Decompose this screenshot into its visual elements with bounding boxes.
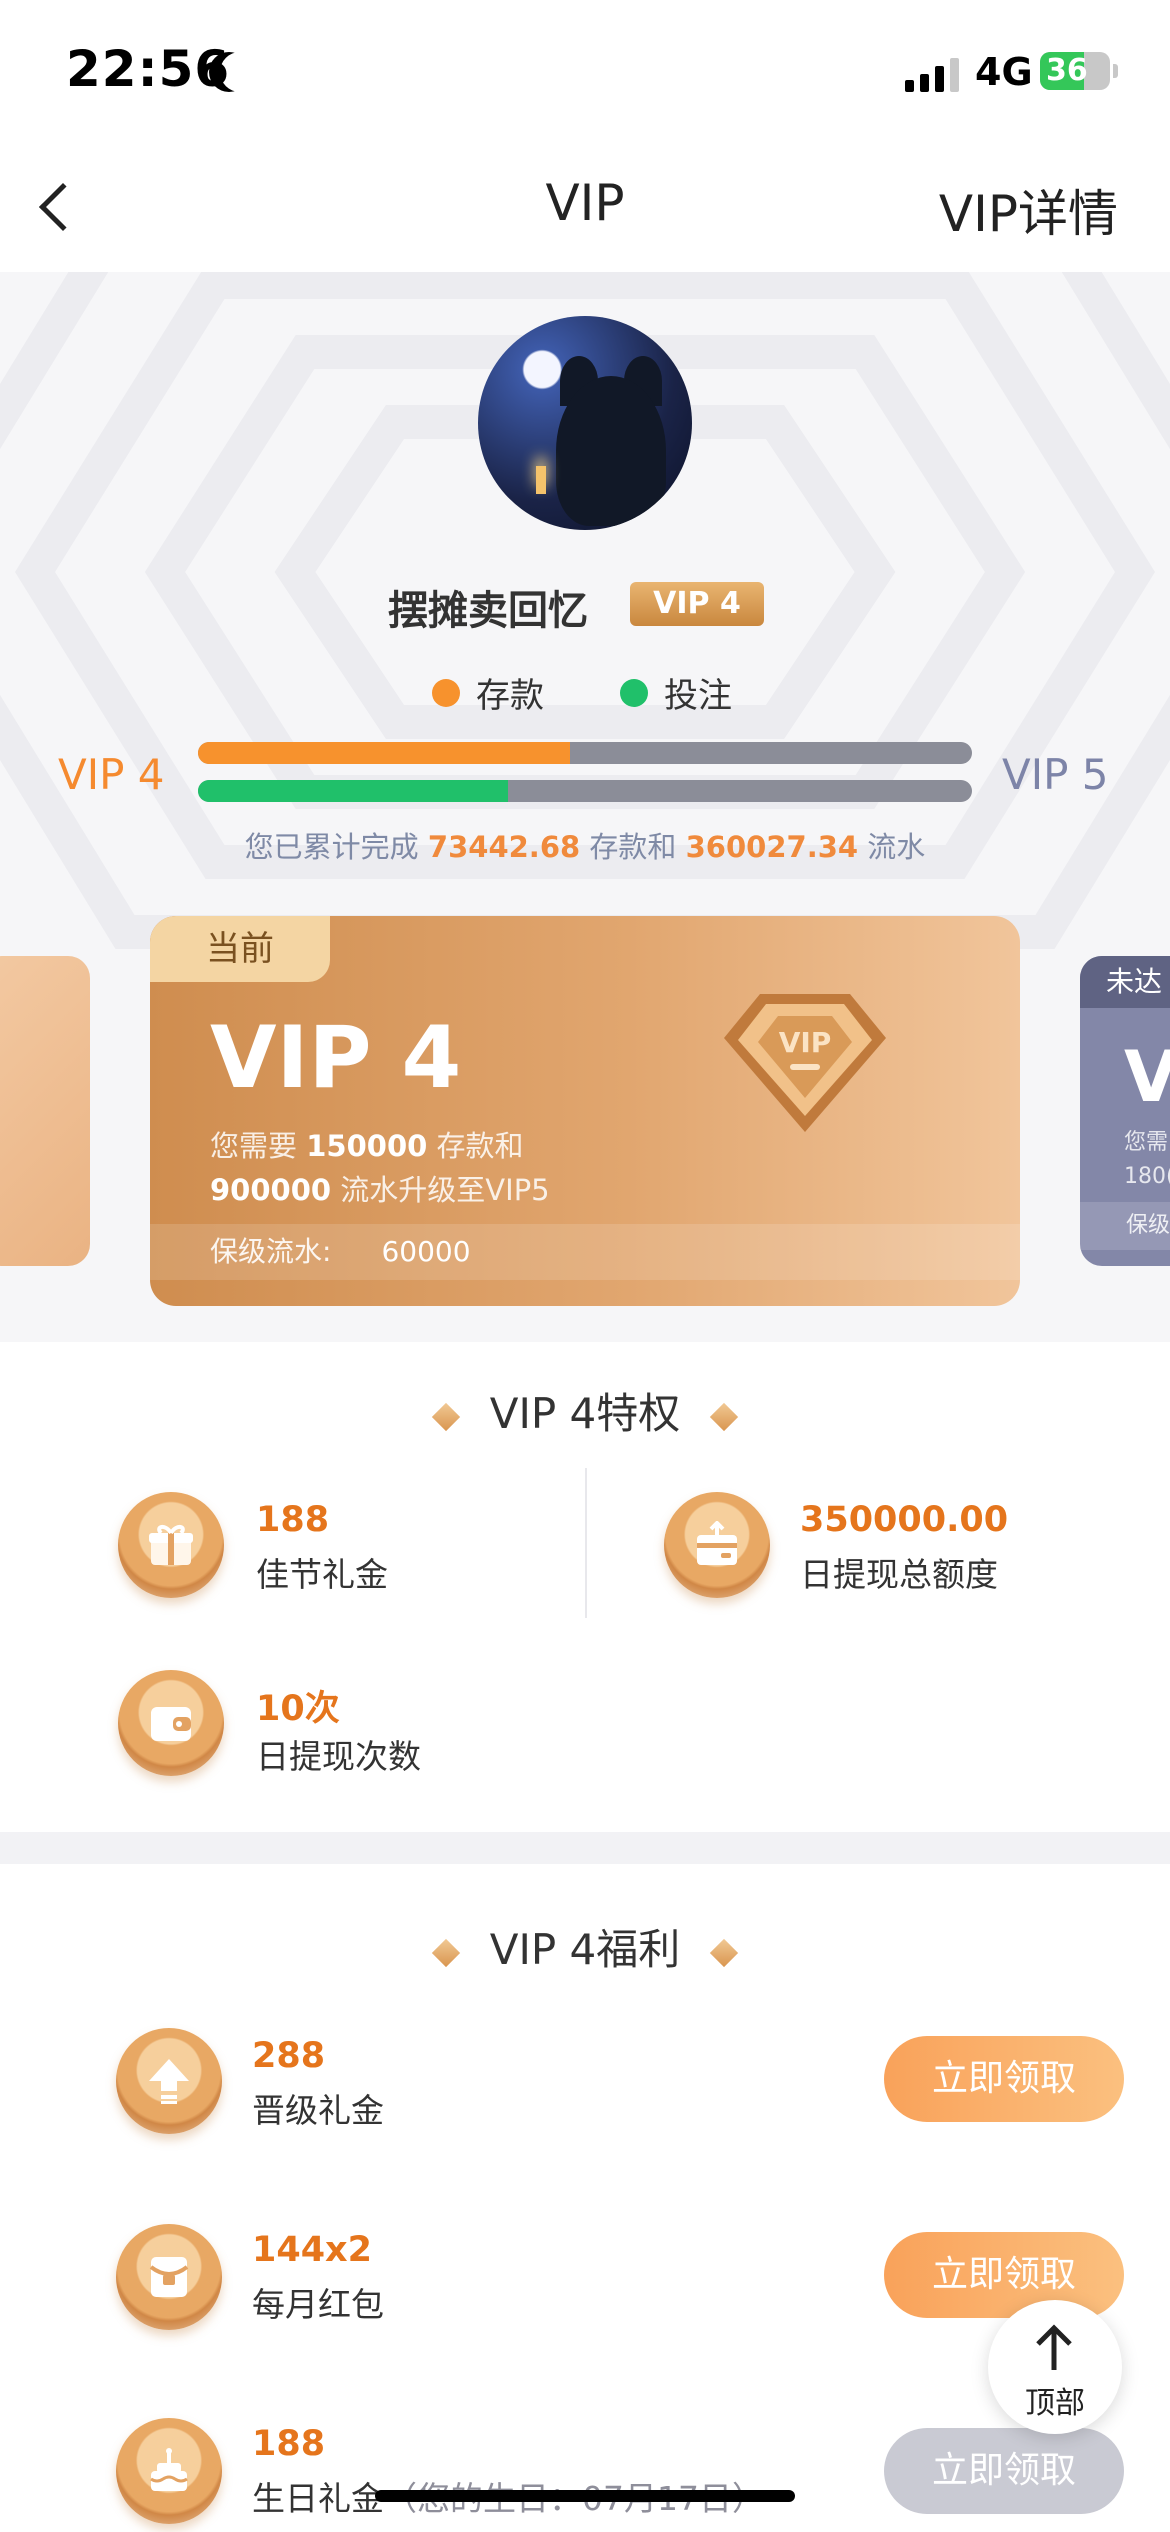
deposit-dot-icon	[432, 678, 460, 707]
summary-mid: 存款和	[589, 830, 677, 864]
claim-upgrade-bonus-button[interactable]: 立即领取	[884, 2036, 1124, 2122]
username: 摆摊卖回忆	[388, 588, 588, 634]
moon-icon	[220, 52, 260, 92]
req-suffix: 流水升级至VIP5	[340, 1173, 550, 1207]
req-prefix: 您需要	[210, 1129, 298, 1163]
next-level-card[interactable]: 未达 V 您需 180( 保级	[1080, 956, 1170, 1266]
turnover-progress-fill	[198, 780, 508, 802]
arrow-up-icon	[1036, 2324, 1072, 2370]
deposit-progress-bar	[198, 742, 972, 764]
privileges-title: VIP 4特权	[0, 1380, 1170, 1441]
benefit-value: 288	[252, 2036, 326, 2076]
claim-birthday-bonus-button[interactable]: 立即领取	[884, 2428, 1124, 2514]
next-card-strip: 保级	[1080, 1202, 1170, 1250]
diamond-right-icon	[710, 1402, 739, 1431]
benefits-title-text: VIP 4福利	[489, 1925, 681, 1974]
legend-bet: 投注	[620, 668, 732, 717]
deposit-amount: 73442.68	[427, 830, 581, 864]
diamond-left-icon	[431, 1402, 460, 1431]
privilege-label: 日提现总额度	[800, 1555, 998, 1594]
vip-hero: 摆摊卖回忆 VIP 4 存款 投注 VIP 4 VIP 5 您已累计完成 734…	[0, 272, 1170, 1342]
vip-details-link[interactable]: VIP详情	[939, 174, 1118, 246]
claim-monthly-envelope-button[interactable]: 立即领取	[884, 2232, 1124, 2318]
battery-icon: 36	[1040, 52, 1110, 90]
privilege-label: 佳节礼金	[256, 1555, 388, 1594]
benefits-title: VIP 4福利	[0, 1916, 1170, 1977]
keep-label: 保级流水:	[210, 1235, 332, 1268]
privilege-label: 日提现次数	[256, 1737, 421, 1776]
upgrade-icon	[116, 2028, 222, 2134]
divider	[585, 1468, 587, 1618]
legend-deposit-label: 存款	[476, 676, 544, 716]
privilege-value: 188	[256, 1500, 330, 1540]
next-tag: 未达	[1080, 956, 1170, 1008]
next-card-desc: 您需 180(	[1124, 1126, 1170, 1194]
benefit-label: 每月红包	[252, 2285, 384, 2324]
privilege-value: 350000.00	[800, 1500, 1009, 1540]
current-tag: 当前	[150, 916, 330, 982]
back-to-top-label: 顶部	[1025, 2386, 1085, 2421]
wallet-icon	[118, 1670, 224, 1776]
vip-level-badge: VIP 4	[630, 582, 764, 626]
req-mid: 存款和	[436, 1129, 524, 1163]
birthday-cake-icon	[116, 2418, 222, 2524]
summary-suffix: 流水	[867, 830, 926, 864]
status-bar: 22:56 4G 36	[0, 0, 1170, 140]
section-gap	[0, 1832, 1170, 1864]
nav-bar: VIP VIP详情	[0, 150, 1170, 270]
bet-dot-icon	[620, 678, 648, 707]
battery-tip	[1113, 64, 1118, 78]
status-time: 22:56	[66, 40, 231, 98]
next-card-level: V	[1124, 1036, 1170, 1118]
diamond-right-icon	[710, 1938, 739, 1967]
summary-prefix: 您已累计完成	[244, 830, 419, 864]
withdraw-limit-icon	[664, 1492, 770, 1598]
birthday-label: 生日礼金	[252, 2479, 384, 2518]
turnover-amount: 360027.34	[685, 830, 859, 864]
current-level-label: VIP 4	[58, 750, 165, 799]
vip-page: 22:56 4G 36 VIP VIP详情 摆摊卖回忆 VIP 4 存款 投注 …	[0, 0, 1170, 2532]
progress-summary: 您已累计完成 73442.68 存款和 360027.34 流水	[0, 824, 1170, 866]
current-level-card[interactable]: 当前 VIP 4 您需要 150000 存款和 900000 流水升级至VIP5…	[150, 916, 1020, 1306]
next-level-label: VIP 5	[1002, 750, 1109, 799]
privilege-value: 10次	[256, 1689, 340, 1729]
card-level: VIP 4	[210, 1008, 462, 1108]
avatar[interactable]	[478, 316, 692, 530]
card-upgrade-requirement: 您需要 150000 存款和 900000 流水升级至VIP5	[210, 1124, 550, 1212]
req-deposit: 150000	[306, 1129, 428, 1163]
req-turnover: 900000	[210, 1173, 332, 1207]
legend-deposit: 存款	[432, 668, 544, 717]
vip-diamond-icon: VIP	[724, 994, 886, 1132]
benefit-value: 188	[252, 2424, 326, 2464]
turnover-progress-bar	[198, 780, 972, 802]
next-desc-1: 您需	[1124, 1130, 1169, 1155]
signal-icon	[905, 58, 959, 92]
benefit-value: 144x2	[252, 2230, 372, 2270]
back-to-top-button[interactable]: 顶部	[988, 2300, 1122, 2434]
battery-level: 36	[1046, 53, 1088, 88]
network-label: 4G	[975, 50, 1033, 94]
deposit-progress-fill	[198, 742, 570, 764]
legend-bet-label: 投注	[664, 676, 732, 716]
red-envelope-icon	[116, 2224, 222, 2330]
svg-text:VIP: VIP	[779, 1026, 832, 1059]
keep-value: 60000	[381, 1235, 471, 1268]
gift-icon	[118, 1492, 224, 1598]
home-indicator[interactable]	[375, 2490, 795, 2502]
previous-level-card[interactable]	[0, 956, 90, 1266]
next-desc-2: 180(	[1124, 1164, 1170, 1189]
benefit-label: 晋级礼金	[252, 2091, 384, 2130]
keep-level-strip: 保级流水: 60000	[150, 1224, 1020, 1280]
diamond-left-icon	[431, 1938, 460, 1967]
privileges-title-text: VIP 4特权	[489, 1389, 681, 1438]
